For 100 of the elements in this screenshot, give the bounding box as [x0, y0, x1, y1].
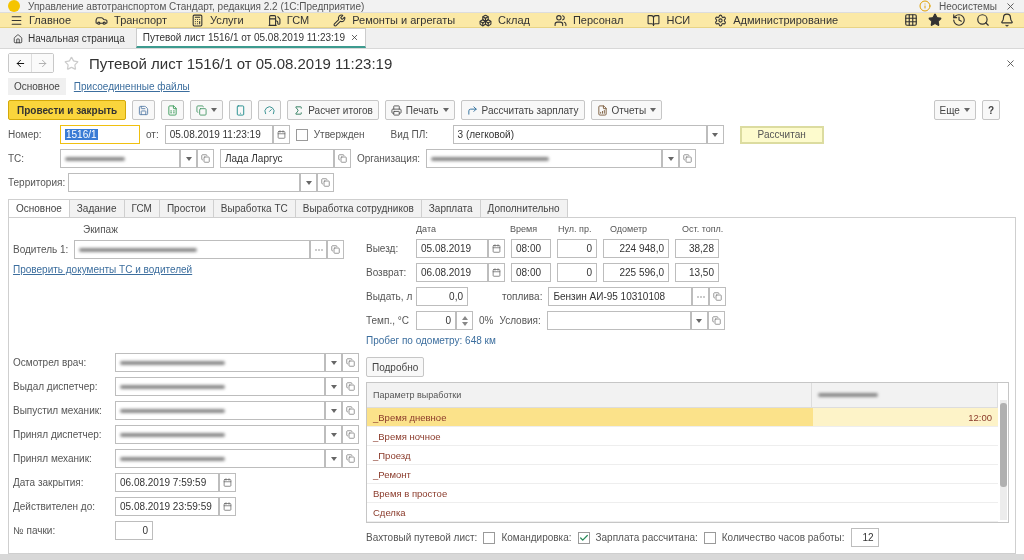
- number-field[interactable]: 0: [557, 263, 597, 283]
- dropdown-button[interactable]: [300, 173, 317, 193]
- checkbox[interactable]: [295, 128, 308, 141]
- open-button[interactable]: [327, 240, 345, 260]
- issue-field[interactable]: 0,0: [416, 287, 468, 307]
- details-button[interactable]: Подробно: [366, 357, 425, 378]
- number-field[interactable]: 0: [557, 239, 597, 259]
- bell-icon[interactable]: [1000, 13, 1014, 27]
- dropdown-button[interactable]: [325, 449, 342, 469]
- section-item[interactable]: Услуги: [190, 13, 244, 27]
- view-link[interactable]: Основное: [8, 78, 66, 96]
- save-button[interactable]: [132, 100, 156, 121]
- dropdown-button[interactable]: [662, 149, 680, 169]
- table-cell[interactable]: Время в простое: [367, 484, 813, 503]
- fuel-field[interactable]: 13,50: [675, 263, 719, 283]
- history-icon[interactable]: [952, 13, 966, 27]
- date-field[interactable]: 05.08.2019 11:23:19: [164, 125, 273, 145]
- reference-field[interactable]: [426, 149, 663, 169]
- reference-field[interactable]: [68, 173, 300, 193]
- table-cell[interactable]: Сделка: [367, 503, 813, 522]
- sheet-button[interactable]: [161, 100, 185, 121]
- dropdown-button[interactable]: [325, 353, 342, 373]
- reference-field[interactable]: [115, 401, 325, 421]
- toolbar-button[interactable]: Печать: [384, 100, 455, 121]
- odometer-field[interactable]: 225 596,0: [603, 263, 669, 283]
- odometer-field[interactable]: 224 948,0: [603, 239, 669, 259]
- calendar-button[interactable]: [219, 473, 236, 493]
- table-cell[interactable]: 12:00: [812, 408, 998, 427]
- number-field[interactable]: 1516/1: [60, 125, 140, 145]
- calendar-button[interactable]: [219, 497, 236, 517]
- time-field[interactable]: 08:00: [511, 263, 551, 283]
- table-cell[interactable]: _Ремонт: [367, 465, 813, 484]
- back-button[interactable]: [9, 54, 31, 73]
- more-button[interactable]: Еще: [933, 100, 976, 121]
- checkbox-label: Командировка:: [501, 532, 572, 544]
- open-button[interactable]: [334, 149, 351, 169]
- open-tab[interactable]: Начальная страница: [6, 28, 132, 49]
- open-tab[interactable]: Путевой лист 1516/1 от 05.08.2019 11:23:19: [135, 28, 366, 49]
- toolbar-button[interactable]: Рассчитать зарплату: [460, 100, 585, 121]
- section-item[interactable]: Ремонты и агрегаты: [333, 13, 456, 27]
- table-cell[interactable]: _Время дневное: [367, 408, 813, 427]
- dropdown-button[interactable]: [325, 377, 342, 397]
- star-icon[interactable]: [928, 13, 942, 27]
- section-item[interactable]: Склад: [479, 13, 530, 27]
- check-documents-link[interactable]: Проверить документы ТС и водителей: [13, 264, 358, 276]
- search-icon[interactable]: [976, 13, 990, 27]
- dropdown-button[interactable]: [180, 149, 197, 169]
- table-cell[interactable]: _Время ночное: [367, 427, 813, 446]
- post-and-close-button[interactable]: Провести и закрыть: [8, 100, 127, 121]
- reference-field[interactable]: [60, 149, 180, 169]
- dropdown-button[interactable]: [325, 401, 342, 421]
- reference-field[interactable]: [115, 353, 325, 373]
- reference-field[interactable]: [115, 449, 325, 469]
- date-field[interactable]: 05.08.2019 23:59:59: [115, 497, 219, 517]
- scrollbar[interactable]: [1000, 400, 1007, 521]
- section-item[interactable]: Транспорт: [95, 13, 167, 27]
- checkbox[interactable]: [577, 531, 590, 544]
- user-name[interactable]: Неосистемы: [938, 0, 997, 12]
- date-field[interactable]: 05.08.2019: [416, 239, 488, 259]
- temperature-field[interactable]: 0: [416, 311, 456, 331]
- hours-field[interactable]: 12: [850, 528, 879, 548]
- grid-icon[interactable]: [904, 13, 918, 27]
- time-field[interactable]: 08:00: [511, 239, 551, 259]
- section-item[interactable]: Персонал: [553, 13, 624, 27]
- close-icon[interactable]: [1005, 0, 1016, 12]
- calendar-button[interactable]: [488, 263, 505, 283]
- checkbox[interactable]: [703, 531, 716, 544]
- table-cell[interactable]: _Проезд: [367, 446, 813, 465]
- fuel-type-field[interactable]: Бензин АИ-95 10310108: [548, 287, 693, 307]
- open-icon: [713, 292, 723, 302]
- calendar-button[interactable]: [488, 239, 505, 259]
- toolbar-button[interactable]: Отчеты: [590, 100, 663, 121]
- section-item[interactable]: Администрирование: [714, 13, 839, 27]
- reference-field[interactable]: [115, 377, 325, 397]
- close-icon[interactable]: [349, 33, 359, 43]
- section-item[interactable]: Главное: [10, 13, 72, 27]
- reference-field[interactable]: [546, 311, 691, 331]
- model-field[interactable]: Лада Ларгус: [220, 149, 334, 169]
- help-button[interactable]: ?: [981, 100, 1000, 121]
- checkbox[interactable]: [483, 531, 496, 544]
- pack-field[interactable]: 0: [115, 521, 153, 541]
- copy-button[interactable]: [190, 100, 224, 121]
- phone-button[interactable]: [229, 100, 253, 121]
- dropdown-button[interactable]: [325, 425, 342, 445]
- reference-field[interactable]: [115, 425, 325, 445]
- toolbar-button[interactable]: Расчет итогов: [287, 100, 379, 121]
- choose-button[interactable]: [310, 240, 328, 260]
- date-field[interactable]: 06.08.2019 7:59:59: [115, 473, 219, 493]
- open-button[interactable]: [709, 287, 727, 307]
- open-button[interactable]: [679, 149, 697, 169]
- view-link[interactable]: Присоединенные файлы: [67, 78, 196, 96]
- reference-field[interactable]: [74, 240, 311, 260]
- section-item[interactable]: НСИ: [647, 13, 691, 27]
- gauge-button[interactable]: [258, 100, 282, 121]
- fuel-field[interactable]: 38,28: [675, 239, 719, 259]
- section-item[interactable]: ГСМ: [267, 13, 310, 27]
- spin-button[interactable]: [456, 311, 473, 331]
- close-icon[interactable]: [1005, 57, 1016, 69]
- date-field[interactable]: 06.08.2019: [416, 263, 488, 283]
- type-field[interactable]: 3 (легковой): [452, 125, 707, 145]
